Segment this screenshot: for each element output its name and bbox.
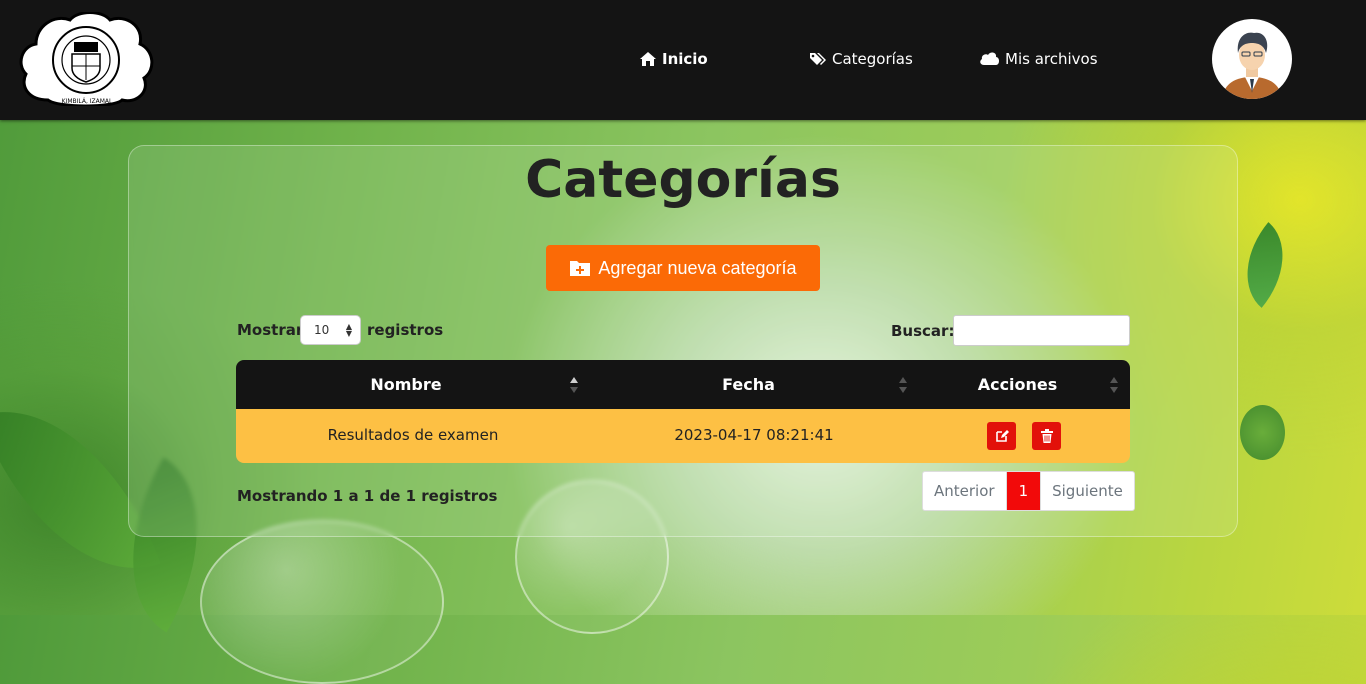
add-category-label: Agregar nueva categoría	[598, 257, 797, 278]
nav-categorias[interactable]: Categorías	[809, 50, 913, 68]
trash-icon	[1040, 429, 1053, 443]
page-title: Categorías	[525, 150, 841, 210]
delete-button[interactable]	[1032, 422, 1061, 450]
select-arrows-icon: ▲ ▼	[345, 322, 352, 338]
sort-both-icon[interactable]	[1109, 376, 1119, 394]
page-length-value: 10	[314, 323, 330, 337]
nav-mis-archivos[interactable]: Mis archivos	[979, 50, 1098, 68]
length-label: Mostrar	[237, 321, 304, 339]
pagination: Anterior 1 Siguiente	[922, 471, 1135, 511]
categories-table: Nombre Fecha Acciones Resultados de exam…	[236, 360, 1130, 463]
sort-both-icon[interactable]	[898, 376, 908, 394]
nav-mis-archivos-label: Mis archivos	[1005, 50, 1098, 68]
home-icon	[640, 52, 656, 66]
pagination-page-1[interactable]: 1	[1006, 472, 1042, 510]
edit-button[interactable]	[987, 422, 1016, 450]
search-label: Buscar:	[891, 322, 955, 340]
tags-icon	[810, 53, 826, 65]
logo-caption: KIMBILÁ, IZAMAL	[62, 98, 113, 105]
page-length-select[interactable]: 10 ▲ ▼	[300, 315, 361, 345]
pagination-previous[interactable]: Anterior	[923, 472, 1007, 510]
edit-icon	[995, 430, 1009, 442]
pagination-next[interactable]: Siguiente	[1041, 472, 1134, 510]
navbar: KIMBILÁ, IZAMAL Inicio Categorías Mis ar…	[0, 0, 1366, 120]
column-header-fecha[interactable]: Fecha	[596, 360, 901, 409]
nav-categorias-label: Categorías	[832, 50, 913, 68]
sort-asc-icon[interactable]	[569, 376, 579, 394]
cell-nombre: Resultados de examen	[327, 426, 499, 444]
nav-inicio[interactable]: Inicio	[639, 50, 708, 68]
folder-plus-icon	[570, 261, 591, 276]
table-info: Mostrando 1 a 1 de 1 registros	[237, 487, 498, 505]
user-avatar[interactable]	[1212, 19, 1292, 99]
cloud-icon	[980, 52, 999, 65]
table-row: Resultados de examen 2023-04-17 08:21:41	[236, 409, 1130, 463]
cell-fecha: 2023-04-17 08:21:41	[674, 426, 834, 444]
column-header-nombre[interactable]: Nombre	[236, 360, 576, 409]
school-logo[interactable]: KIMBILÁ, IZAMAL	[18, 11, 154, 108]
search-input[interactable]	[953, 315, 1130, 346]
background-leaf	[1240, 405, 1285, 460]
nav-inicio-label: Inicio	[662, 50, 708, 68]
length-suffix: registros	[367, 321, 444, 339]
add-category-button[interactable]: Agregar nueva categoría	[546, 245, 820, 291]
table-header: Nombre Fecha Acciones	[236, 360, 1130, 409]
background-bubble	[200, 520, 444, 684]
column-header-acciones[interactable]: Acciones	[936, 360, 1099, 409]
